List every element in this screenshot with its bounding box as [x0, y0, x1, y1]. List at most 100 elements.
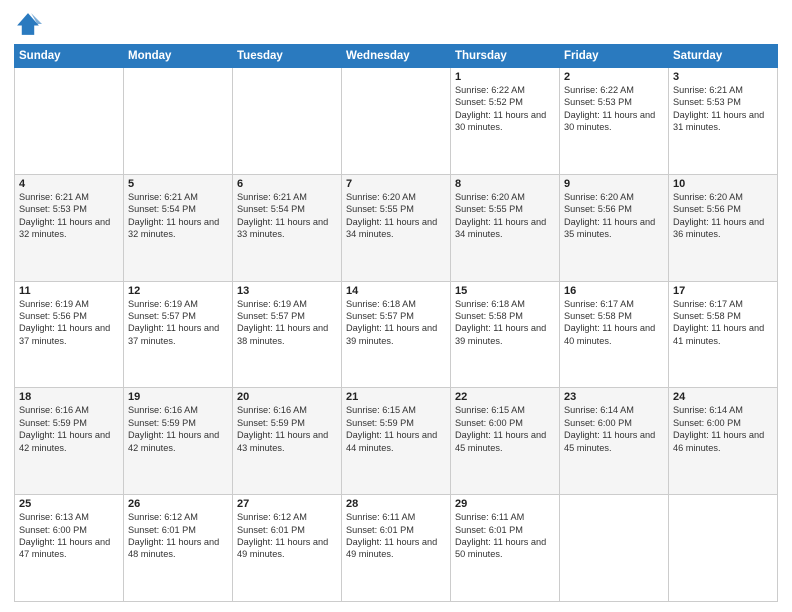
day-number: 28 — [346, 498, 446, 510]
weekday-header: Thursday — [451, 45, 560, 68]
calendar-cell: 6Sunrise: 6:21 AM Sunset: 5:54 PM Daylig… — [233, 174, 342, 281]
day-info: Sunrise: 6:12 AM Sunset: 6:01 PM Dayligh… — [237, 511, 337, 561]
calendar-cell — [233, 68, 342, 175]
weekday-header: Wednesday — [342, 45, 451, 68]
day-info: Sunrise: 6:16 AM Sunset: 5:59 PM Dayligh… — [128, 404, 228, 454]
day-number: 5 — [128, 178, 228, 190]
day-number: 14 — [346, 285, 446, 297]
calendar-cell: 1Sunrise: 6:22 AM Sunset: 5:52 PM Daylig… — [451, 68, 560, 175]
logo-icon — [14, 10, 42, 38]
day-info: Sunrise: 6:12 AM Sunset: 6:01 PM Dayligh… — [128, 511, 228, 561]
calendar-cell: 20Sunrise: 6:16 AM Sunset: 5:59 PM Dayli… — [233, 388, 342, 495]
day-number: 20 — [237, 391, 337, 403]
day-number: 15 — [455, 285, 555, 297]
day-info: Sunrise: 6:18 AM Sunset: 5:57 PM Dayligh… — [346, 298, 446, 348]
day-number: 9 — [564, 178, 664, 190]
calendar-cell: 23Sunrise: 6:14 AM Sunset: 6:00 PM Dayli… — [560, 388, 669, 495]
day-number: 11 — [19, 285, 119, 297]
day-number: 12 — [128, 285, 228, 297]
day-number: 21 — [346, 391, 446, 403]
day-info: Sunrise: 6:21 AM Sunset: 5:54 PM Dayligh… — [128, 191, 228, 241]
page: SundayMondayTuesdayWednesdayThursdayFrid… — [0, 0, 792, 612]
day-info: Sunrise: 6:19 AM Sunset: 5:57 PM Dayligh… — [128, 298, 228, 348]
calendar-cell: 15Sunrise: 6:18 AM Sunset: 5:58 PM Dayli… — [451, 281, 560, 388]
calendar-cell: 18Sunrise: 6:16 AM Sunset: 5:59 PM Dayli… — [15, 388, 124, 495]
day-number: 23 — [564, 391, 664, 403]
calendar-cell: 3Sunrise: 6:21 AM Sunset: 5:53 PM Daylig… — [669, 68, 778, 175]
day-number: 26 — [128, 498, 228, 510]
day-number: 16 — [564, 285, 664, 297]
calendar-cell: 7Sunrise: 6:20 AM Sunset: 5:55 PM Daylig… — [342, 174, 451, 281]
day-info: Sunrise: 6:21 AM Sunset: 5:53 PM Dayligh… — [673, 84, 773, 134]
day-info: Sunrise: 6:11 AM Sunset: 6:01 PM Dayligh… — [455, 511, 555, 561]
day-number: 22 — [455, 391, 555, 403]
calendar-cell — [342, 68, 451, 175]
calendar-cell: 11Sunrise: 6:19 AM Sunset: 5:56 PM Dayli… — [15, 281, 124, 388]
day-info: Sunrise: 6:20 AM Sunset: 5:56 PM Dayligh… — [564, 191, 664, 241]
day-number: 4 — [19, 178, 119, 190]
day-info: Sunrise: 6:17 AM Sunset: 5:58 PM Dayligh… — [673, 298, 773, 348]
calendar-cell: 28Sunrise: 6:11 AM Sunset: 6:01 PM Dayli… — [342, 495, 451, 602]
day-info: Sunrise: 6:21 AM Sunset: 5:54 PM Dayligh… — [237, 191, 337, 241]
calendar-cell: 27Sunrise: 6:12 AM Sunset: 6:01 PM Dayli… — [233, 495, 342, 602]
calendar-cell: 25Sunrise: 6:13 AM Sunset: 6:00 PM Dayli… — [15, 495, 124, 602]
calendar-cell: 12Sunrise: 6:19 AM Sunset: 5:57 PM Dayli… — [124, 281, 233, 388]
calendar-cell — [124, 68, 233, 175]
calendar-cell: 2Sunrise: 6:22 AM Sunset: 5:53 PM Daylig… — [560, 68, 669, 175]
calendar-cell: 13Sunrise: 6:19 AM Sunset: 5:57 PM Dayli… — [233, 281, 342, 388]
calendar-cell: 26Sunrise: 6:12 AM Sunset: 6:01 PM Dayli… — [124, 495, 233, 602]
calendar-week-row: 4Sunrise: 6:21 AM Sunset: 5:53 PM Daylig… — [15, 174, 778, 281]
day-info: Sunrise: 6:18 AM Sunset: 5:58 PM Dayligh… — [455, 298, 555, 348]
day-number: 29 — [455, 498, 555, 510]
day-info: Sunrise: 6:19 AM Sunset: 5:56 PM Dayligh… — [19, 298, 119, 348]
day-number: 25 — [19, 498, 119, 510]
calendar-week-row: 18Sunrise: 6:16 AM Sunset: 5:59 PM Dayli… — [15, 388, 778, 495]
calendar-cell: 21Sunrise: 6:15 AM Sunset: 5:59 PM Dayli… — [342, 388, 451, 495]
calendar-cell: 22Sunrise: 6:15 AM Sunset: 6:00 PM Dayli… — [451, 388, 560, 495]
day-info: Sunrise: 6:17 AM Sunset: 5:58 PM Dayligh… — [564, 298, 664, 348]
calendar-body: 1Sunrise: 6:22 AM Sunset: 5:52 PM Daylig… — [15, 68, 778, 602]
day-number: 18 — [19, 391, 119, 403]
calendar-cell: 8Sunrise: 6:20 AM Sunset: 5:55 PM Daylig… — [451, 174, 560, 281]
day-number: 19 — [128, 391, 228, 403]
day-number: 24 — [673, 391, 773, 403]
day-info: Sunrise: 6:11 AM Sunset: 6:01 PM Dayligh… — [346, 511, 446, 561]
calendar-cell: 29Sunrise: 6:11 AM Sunset: 6:01 PM Dayli… — [451, 495, 560, 602]
calendar-cell: 19Sunrise: 6:16 AM Sunset: 5:59 PM Dayli… — [124, 388, 233, 495]
calendar-week-row: 25Sunrise: 6:13 AM Sunset: 6:00 PM Dayli… — [15, 495, 778, 602]
calendar-cell: 5Sunrise: 6:21 AM Sunset: 5:54 PM Daylig… — [124, 174, 233, 281]
day-info: Sunrise: 6:14 AM Sunset: 6:00 PM Dayligh… — [564, 404, 664, 454]
day-number: 3 — [673, 71, 773, 83]
day-info: Sunrise: 6:20 AM Sunset: 5:55 PM Dayligh… — [455, 191, 555, 241]
day-info: Sunrise: 6:20 AM Sunset: 5:55 PM Dayligh… — [346, 191, 446, 241]
calendar-week-row: 1Sunrise: 6:22 AM Sunset: 5:52 PM Daylig… — [15, 68, 778, 175]
weekday-header: Saturday — [669, 45, 778, 68]
weekday-header: Monday — [124, 45, 233, 68]
calendar-cell: 4Sunrise: 6:21 AM Sunset: 5:53 PM Daylig… — [15, 174, 124, 281]
calendar-cell: 9Sunrise: 6:20 AM Sunset: 5:56 PM Daylig… — [560, 174, 669, 281]
day-info: Sunrise: 6:22 AM Sunset: 5:53 PM Dayligh… — [564, 84, 664, 134]
weekday-header: Sunday — [15, 45, 124, 68]
calendar-cell: 16Sunrise: 6:17 AM Sunset: 5:58 PM Dayli… — [560, 281, 669, 388]
calendar-cell: 14Sunrise: 6:18 AM Sunset: 5:57 PM Dayli… — [342, 281, 451, 388]
day-number: 10 — [673, 178, 773, 190]
day-info: Sunrise: 6:20 AM Sunset: 5:56 PM Dayligh… — [673, 191, 773, 241]
logo — [14, 10, 46, 38]
calendar-cell — [15, 68, 124, 175]
day-info: Sunrise: 6:16 AM Sunset: 5:59 PM Dayligh… — [19, 404, 119, 454]
calendar-cell — [560, 495, 669, 602]
day-info: Sunrise: 6:16 AM Sunset: 5:59 PM Dayligh… — [237, 404, 337, 454]
calendar-cell: 24Sunrise: 6:14 AM Sunset: 6:00 PM Dayli… — [669, 388, 778, 495]
day-number: 17 — [673, 285, 773, 297]
day-number: 27 — [237, 498, 337, 510]
day-info: Sunrise: 6:19 AM Sunset: 5:57 PM Dayligh… — [237, 298, 337, 348]
calendar-cell: 10Sunrise: 6:20 AM Sunset: 5:56 PM Dayli… — [669, 174, 778, 281]
calendar-cell: 17Sunrise: 6:17 AM Sunset: 5:58 PM Dayli… — [669, 281, 778, 388]
header — [14, 10, 778, 38]
day-number: 2 — [564, 71, 664, 83]
day-info: Sunrise: 6:13 AM Sunset: 6:00 PM Dayligh… — [19, 511, 119, 561]
day-number: 13 — [237, 285, 337, 297]
day-info: Sunrise: 6:15 AM Sunset: 6:00 PM Dayligh… — [455, 404, 555, 454]
calendar-cell — [669, 495, 778, 602]
day-info: Sunrise: 6:15 AM Sunset: 5:59 PM Dayligh… — [346, 404, 446, 454]
